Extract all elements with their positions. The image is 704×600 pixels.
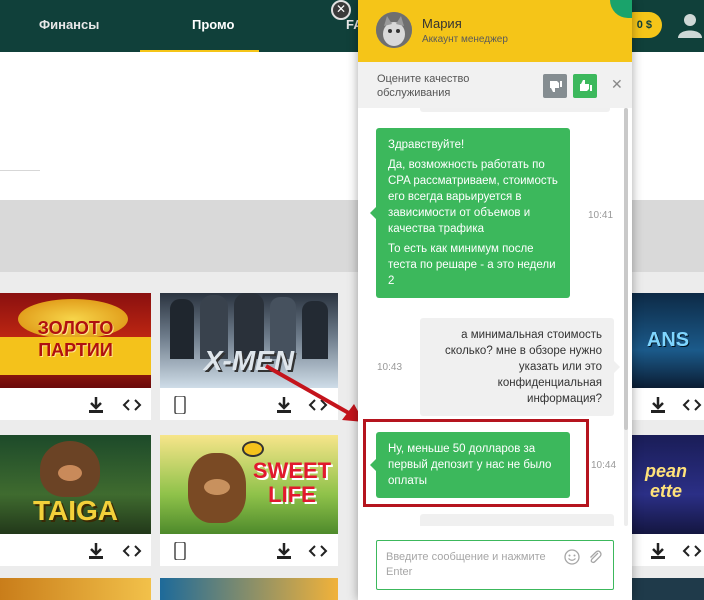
mobile-icon[interactable]	[170, 542, 190, 560]
divider	[0, 170, 40, 171]
game-thumbnail: SWEET LIFE	[160, 435, 338, 534]
message-input[interactable]	[386, 550, 566, 582]
agent-name: Мария	[422, 16, 462, 31]
nav-item-promo[interactable]: Промо	[192, 17, 234, 32]
thumbs-up-icon	[580, 80, 592, 91]
annotation-arrow	[265, 364, 364, 422]
embed-code-icon[interactable]	[308, 542, 328, 560]
message-time: 10:44	[591, 460, 617, 471]
game-thumbnail: TAIGA	[0, 435, 151, 534]
card-actions	[628, 536, 704, 566]
message-time: 10:41	[588, 210, 614, 221]
message-composer	[376, 540, 614, 590]
download-icon[interactable]	[274, 542, 294, 560]
message-paragraph: Здравствуйте!	[388, 139, 465, 151]
game-title: SWEET LIFE	[252, 458, 332, 507]
game-thumbnail: pean ette	[628, 435, 704, 534]
game-title: pean ette	[644, 461, 687, 501]
header-corner-decoration	[610, 0, 632, 18]
embed-code-icon[interactable]	[122, 396, 142, 414]
download-icon[interactable]	[86, 542, 106, 560]
message-paragraph: Да, возможность работать по CPA рассматр…	[388, 159, 558, 235]
emoji-icon[interactable]	[564, 549, 580, 565]
card-actions	[160, 536, 338, 566]
game-card-partial-2[interactable]: pean ette	[628, 435, 704, 566]
game-thumbnail: ЗОЛОТО ПАРТИИ	[0, 293, 151, 388]
game-card-bottom-1[interactable]	[0, 578, 151, 600]
game-title: ЗОЛОТО ПАРТИИ	[37, 318, 114, 360]
mobile-icon[interactable]	[170, 396, 190, 414]
previous-message-stub	[420, 108, 610, 112]
game-card-partial-1[interactable]: ANS	[628, 293, 704, 420]
live-chat-widget: Мария Аккаунт менеджер Оцените качество …	[358, 0, 632, 600]
download-icon[interactable]	[648, 542, 668, 560]
embed-code-icon[interactable]	[682, 542, 702, 560]
rating-prompt: Оцените качество обслуживания	[377, 73, 470, 99]
download-icon[interactable]	[86, 396, 106, 414]
card-actions	[0, 536, 151, 566]
paperclip-icon[interactable]	[587, 549, 603, 565]
game-thumbnail: ANS	[628, 293, 704, 388]
agent-role: Аккаунт менеджер	[422, 34, 508, 45]
next-message-stub	[420, 514, 614, 526]
highlight-frame	[363, 419, 589, 507]
game-title: TAIGA	[32, 495, 119, 526]
thumbs-down-icon	[550, 81, 562, 92]
game-card-bottom-2[interactable]	[160, 578, 338, 600]
game-card-zoloto-partii[interactable]: ЗОЛОТО ПАРТИИ	[0, 293, 151, 420]
chat-scrollbar-thumb[interactable]	[624, 108, 628, 430]
cat-photo-icon	[376, 12, 412, 48]
card-actions	[0, 390, 151, 420]
nav-item-finance[interactable]: Финансы	[39, 17, 99, 32]
chat-header: Мария Аккаунт менеджер	[358, 0, 632, 62]
rating-bar: Оцените качество обслуживания ✕	[358, 62, 632, 108]
card-actions	[628, 390, 704, 420]
close-rating-icon[interactable]: ✕	[611, 76, 623, 93]
download-icon[interactable]	[648, 396, 668, 414]
close-chat-button[interactable]: ✕	[331, 0, 351, 20]
agent-avatar	[376, 12, 412, 48]
user-profile-icon[interactable]	[678, 12, 702, 38]
message-time: 10:43	[377, 362, 403, 373]
user-message: а минимальная стоимость сколько? мне в о…	[420, 318, 620, 416]
embed-code-icon[interactable]	[682, 396, 702, 414]
game-card-bottom-3[interactable]	[628, 578, 704, 600]
thumbs-down-button[interactable]	[543, 74, 567, 98]
thumbs-up-button[interactable]	[573, 74, 597, 98]
embed-code-icon[interactable]	[122, 542, 142, 560]
agent-message: Здравствуйте! Да, возможность работать п…	[370, 128, 570, 298]
game-card-taiga[interactable]: TAIGA	[0, 435, 151, 566]
game-title: ANS	[646, 329, 690, 351]
game-card-sweet-life[interactable]: SWEET LIFE	[160, 435, 338, 566]
message-paragraph: То есть как минимум после теста по решар…	[388, 243, 556, 287]
